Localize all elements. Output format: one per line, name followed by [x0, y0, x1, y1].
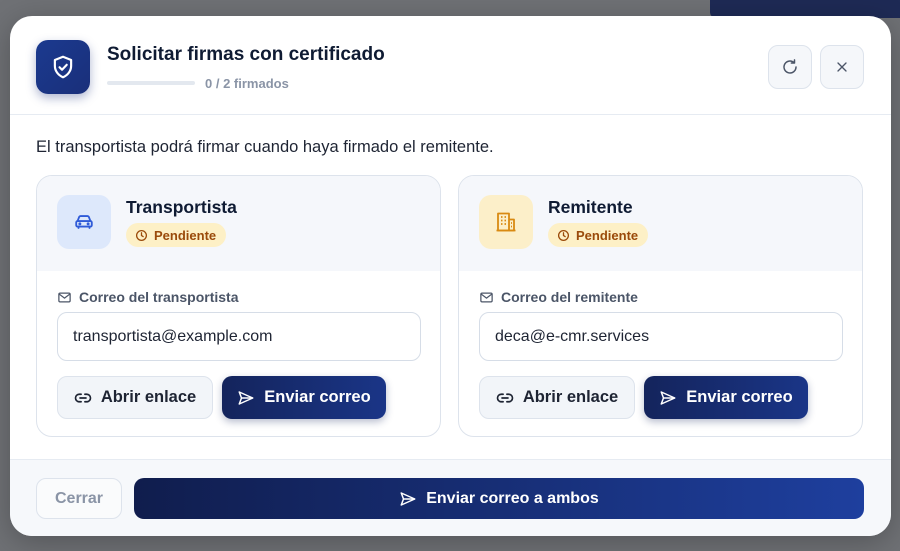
sender-card-header: Remitente Pendiente [459, 176, 862, 271]
sender-send-email-label: Enviar correo [686, 388, 793, 406]
signature-progress-text: 0 / 2 firmados [205, 76, 289, 91]
sender-status-text: Pendiente [576, 227, 639, 243]
sender-email-label: Correo del remitente [479, 289, 638, 305]
send-email-to-both-label: Enviar correo a ambos [426, 489, 599, 507]
carrier-open-link-button[interactable]: Abrir enlace [57, 376, 213, 419]
signature-progress-bar [107, 81, 195, 85]
sender-name: Remitente [548, 197, 633, 217]
send-icon [659, 389, 677, 407]
sender-card: Remitente Pendiente Correo del remitente [458, 175, 863, 437]
sender-status-badge: Pendiente [548, 223, 649, 247]
carrier-status-text: Pendiente [154, 227, 217, 243]
carrier-email-label-text: Correo del transportista [79, 289, 239, 305]
dialog-footer: Cerrar Enviar correo a ambos [10, 459, 891, 536]
send-icon [399, 490, 417, 508]
link-icon [496, 389, 514, 407]
close-dialog-button[interactable]: Cerrar [36, 478, 122, 519]
sender-send-email-button[interactable]: Enviar correo [644, 376, 808, 419]
signature-request-dialog: Solicitar firmas con certificado 0 / 2 f… [10, 16, 891, 536]
sender-open-link-label: Abrir enlace [522, 388, 619, 406]
carrier-card: Transportista Pendiente Correo del trans… [36, 175, 441, 437]
refresh-button[interactable] [768, 45, 812, 89]
carrier-send-email-button[interactable]: Enviar correo [222, 376, 386, 419]
dialog-header: Solicitar firmas con certificado 0 / 2 f… [10, 16, 891, 115]
carrier-card-header: Transportista Pendiente [37, 176, 440, 271]
car-icon [57, 195, 111, 249]
close-button[interactable] [820, 45, 864, 89]
dialog-title: Solicitar firmas con certificado [107, 44, 385, 65]
clock-icon [135, 229, 148, 242]
sender-open-link-button[interactable]: Abrir enlace [479, 376, 635, 419]
sender-email-input[interactable] [479, 312, 843, 361]
refresh-icon [781, 58, 799, 76]
carrier-status-badge: Pendiente [126, 223, 227, 247]
carrier-email-label: Correo del transportista [57, 289, 238, 305]
carrier-name: Transportista [126, 197, 237, 217]
mail-icon [57, 290, 72, 305]
signing-order-notice: El transportista podrá firmar cuando hay… [36, 138, 494, 156]
shield-check-icon [36, 40, 90, 94]
send-email-to-both-button[interactable]: Enviar correo a ambos [134, 478, 864, 519]
carrier-send-email-label: Enviar correo [264, 388, 371, 406]
building-icon [479, 195, 533, 249]
carrier-email-input[interactable] [57, 312, 421, 361]
sender-email-label-text: Correo del remitente [501, 289, 638, 305]
send-icon [237, 389, 255, 407]
carrier-open-link-label: Abrir enlace [100, 388, 197, 406]
link-icon [74, 389, 92, 407]
close-icon [834, 59, 850, 75]
mail-icon [479, 290, 494, 305]
clock-icon [557, 229, 570, 242]
